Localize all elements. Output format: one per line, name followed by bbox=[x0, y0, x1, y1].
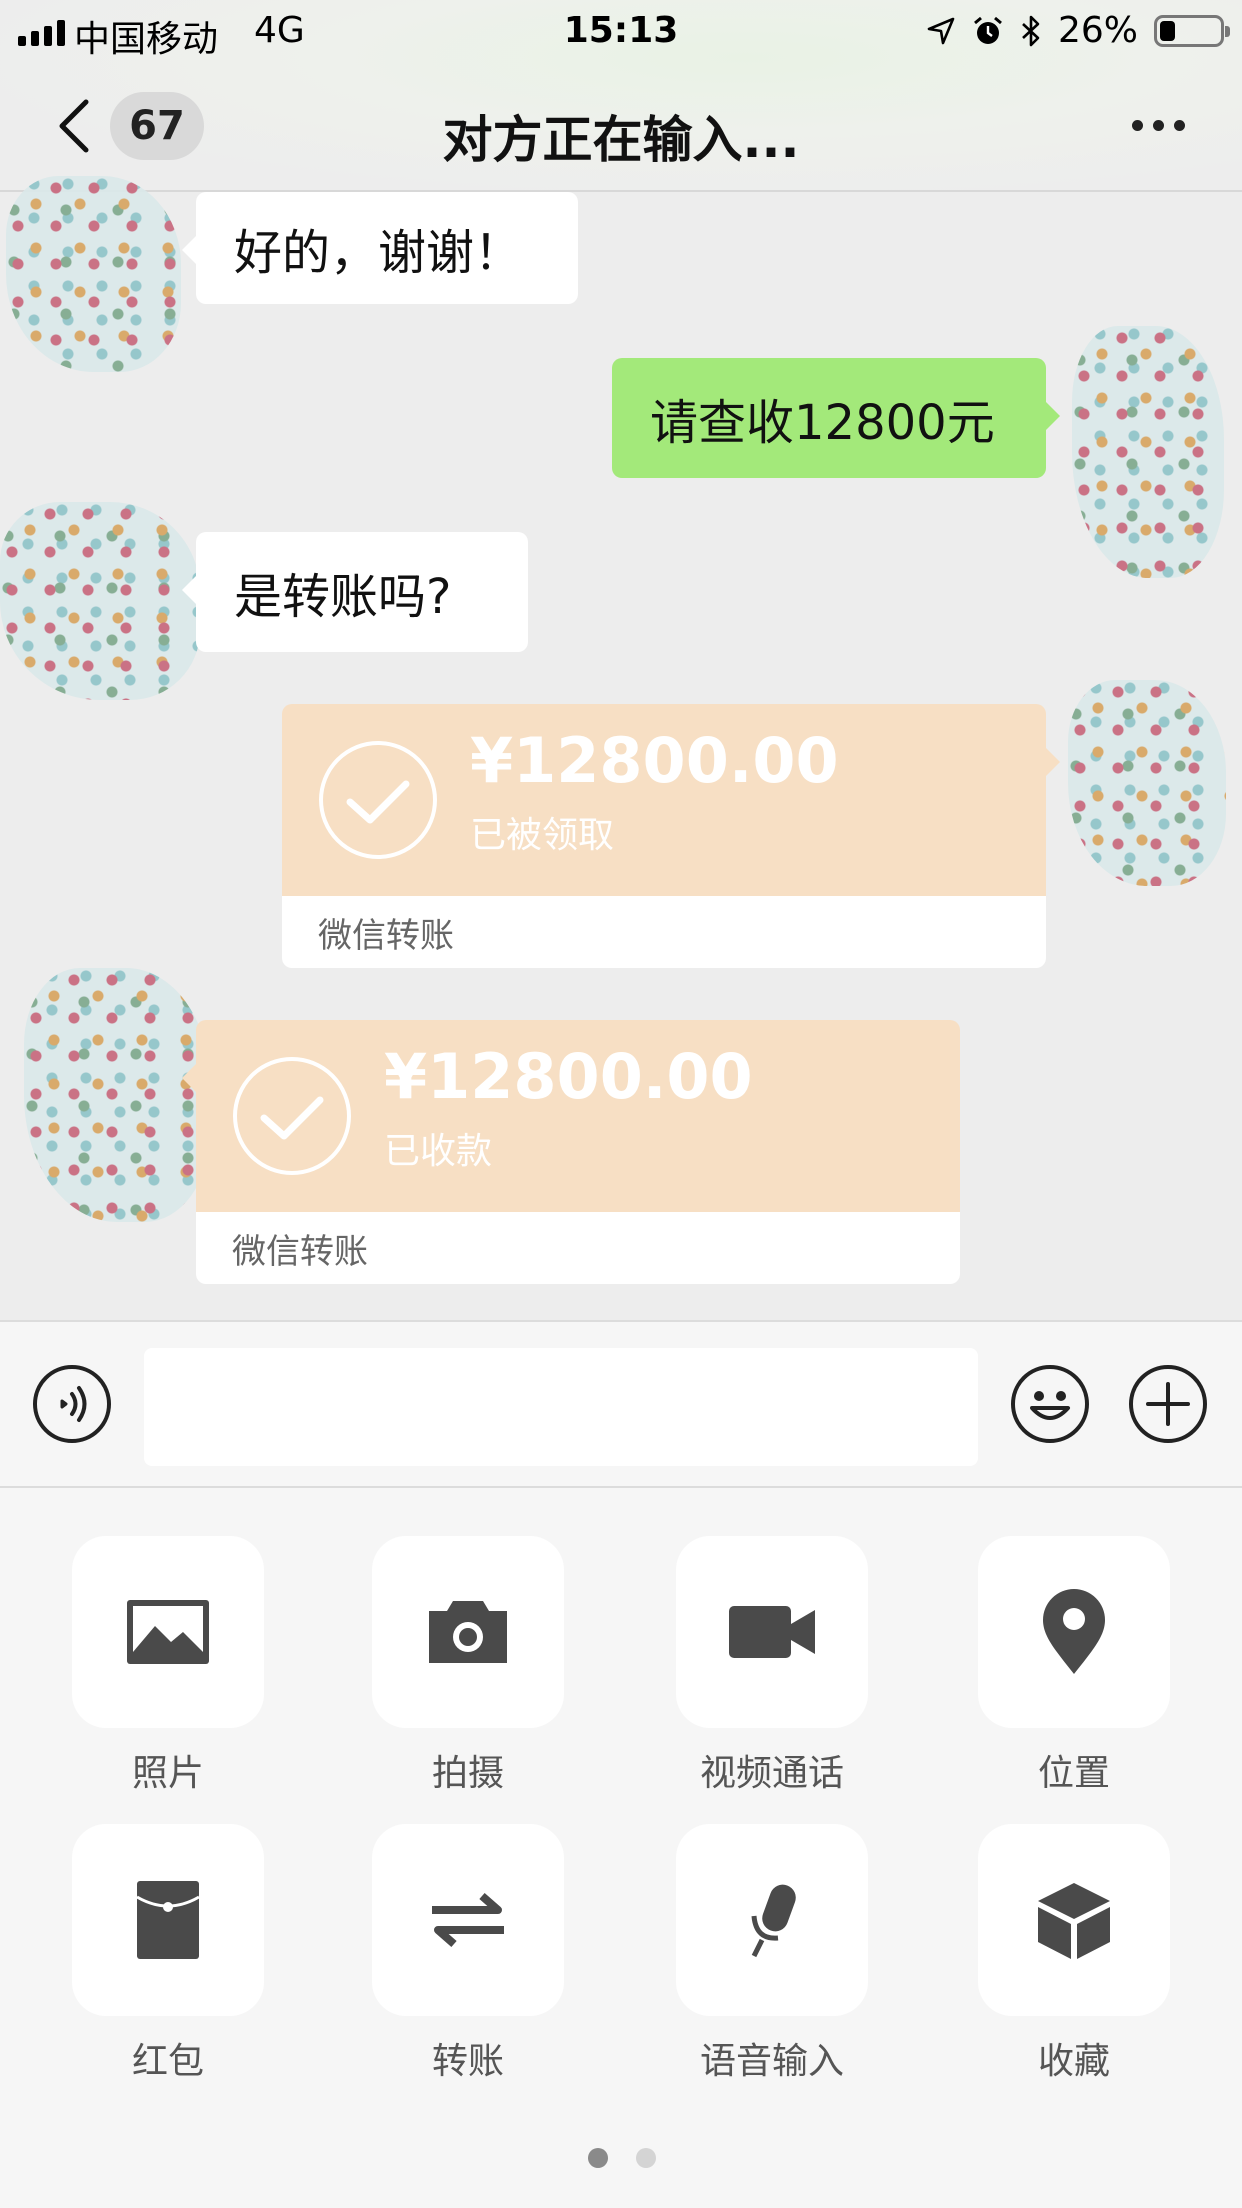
nav-bar: 67 对方正在输入... bbox=[0, 62, 1242, 192]
page-dot-active[interactable] bbox=[588, 2148, 608, 2168]
message-text: 是转账吗? bbox=[234, 569, 452, 625]
status-indicators: 26% bbox=[926, 10, 1230, 51]
message-bubble-outgoing[interactable]: 请查收12800元 bbox=[612, 358, 1060, 478]
panel-item-label: 拍摄 bbox=[431, 1753, 504, 1794]
panel-item-video-call[interactable] bbox=[676, 1536, 868, 1728]
alarm-icon bbox=[974, 16, 1002, 44]
transfer-icon bbox=[432, 1892, 504, 1948]
bluetooth-icon bbox=[1022, 15, 1040, 46]
status-bar: 中国移动 4G 15:13 26% bbox=[0, 0, 1242, 62]
transfer-card-outgoing[interactable]: ¥12800.00 已被领取 微信转账 bbox=[282, 704, 1060, 968]
message-input[interactable] bbox=[144, 1348, 978, 1466]
transfer-label: 微信转账 bbox=[318, 915, 454, 956]
transfer-status: 已收款 bbox=[384, 1131, 493, 1172]
my-avatar[interactable] bbox=[1072, 326, 1224, 578]
more-functions-panel: 照片 拍摄 视频通话 位置 红包 转账 语音输入 收藏 bbox=[0, 1488, 1242, 2208]
battery-icon bbox=[1154, 14, 1230, 47]
panel-item-red-packet[interactable] bbox=[72, 1824, 264, 2016]
contact-avatar[interactable] bbox=[6, 176, 181, 372]
check-circle-icon bbox=[319, 741, 437, 859]
transfer-status: 已被领取 bbox=[470, 815, 615, 856]
red-packet-icon bbox=[136, 1881, 200, 1959]
contact-avatar[interactable] bbox=[24, 968, 210, 1222]
panel-item-label: 语音输入 bbox=[699, 2041, 844, 2082]
photo-icon bbox=[127, 1600, 209, 1664]
camera-icon bbox=[429, 1601, 507, 1663]
battery-level bbox=[1160, 20, 1175, 41]
panel-item-transfer[interactable] bbox=[372, 1824, 564, 2016]
transfer-card-incoming[interactable]: ¥12800.00 已收款 微信转账 bbox=[182, 1020, 960, 1284]
transfer-card-header: ¥12800.00 已被领取 bbox=[282, 704, 1046, 896]
location-icon bbox=[1043, 1589, 1105, 1674]
favorites-icon bbox=[1038, 1883, 1110, 1959]
microphone-icon bbox=[751, 1884, 796, 1958]
wechat-chat-screen: 中国移动 4G 15:13 26% 67 对方正在输入... 好的，谢谢！ 请查… bbox=[0, 0, 1242, 2208]
panel-item-label: 位置 bbox=[1037, 1753, 1110, 1794]
panel-item-voice-input[interactable] bbox=[676, 1824, 868, 2016]
transfer-label: 微信转账 bbox=[232, 1231, 368, 1272]
contact-avatar[interactable] bbox=[0, 502, 200, 700]
message-bubble-incoming[interactable]: 是转账吗? bbox=[182, 532, 528, 652]
panel-item-label: 红包 bbox=[131, 2041, 204, 2082]
chat-title: 对方正在输入... bbox=[442, 111, 800, 169]
voice-mode-icon[interactable] bbox=[32, 1364, 112, 1444]
transfer-amount: ¥12800.00 bbox=[470, 724, 839, 797]
check-circle-icon bbox=[233, 1057, 351, 1175]
panel-item-camera[interactable] bbox=[372, 1536, 564, 1728]
message-text: 请查收12800元 bbox=[650, 395, 995, 451]
battery-percent: 26% bbox=[1057, 10, 1138, 51]
page-dot[interactable] bbox=[636, 2148, 656, 2168]
more-options-icon[interactable] bbox=[1132, 110, 1192, 140]
panel-item-label: 收藏 bbox=[1037, 2041, 1110, 2082]
transfer-card-header: ¥12800.00 已收款 bbox=[196, 1020, 960, 1212]
video-call-icon bbox=[729, 1606, 815, 1658]
panel-item-photo[interactable] bbox=[72, 1536, 264, 1728]
panel-item-label: 视频通话 bbox=[699, 1753, 844, 1794]
message-text: 好的，谢谢！ bbox=[234, 225, 523, 281]
panel-item-label: 照片 bbox=[131, 1753, 204, 1794]
panel-item-favorites[interactable] bbox=[978, 1824, 1170, 2016]
message-bubble-incoming[interactable]: 好的，谢谢！ bbox=[182, 192, 578, 304]
location-arrow-icon bbox=[927, 17, 955, 44]
input-bar bbox=[0, 1320, 1242, 1488]
transfer-card-footer: 微信转账 bbox=[282, 896, 1046, 968]
my-avatar[interactable] bbox=[1068, 680, 1226, 886]
emoji-icon[interactable] bbox=[1010, 1364, 1090, 1444]
plus-icon[interactable] bbox=[1128, 1364, 1208, 1444]
transfer-card-footer: 微信转账 bbox=[196, 1212, 960, 1284]
panel-item-label: 转账 bbox=[431, 2041, 504, 2082]
panel-item-location[interactable] bbox=[978, 1536, 1170, 1728]
transfer-amount: ¥12800.00 bbox=[384, 1040, 753, 1113]
